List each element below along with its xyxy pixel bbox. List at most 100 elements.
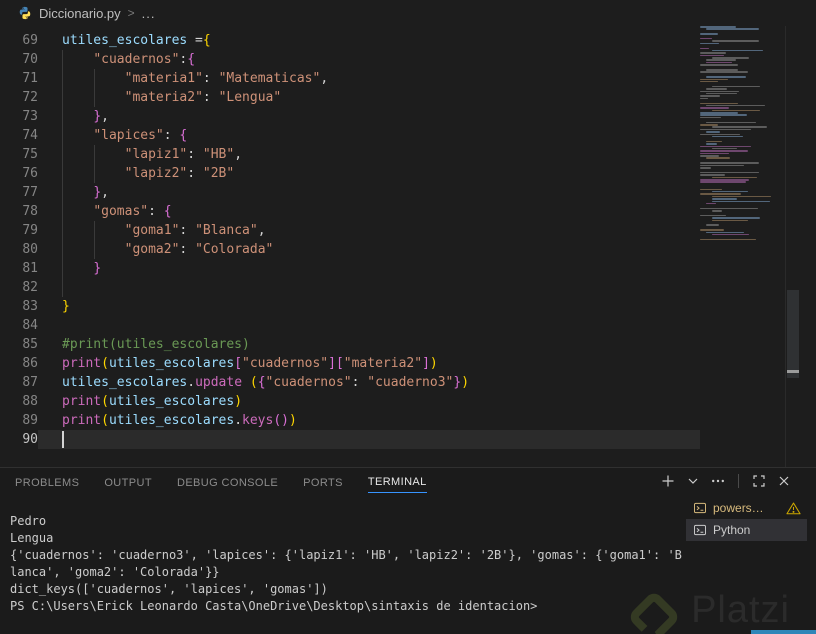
panel-actions	[660, 473, 792, 489]
gutter-line-number: 70	[22, 52, 38, 67]
bottom-panel: PROBLEMS OUTPUT DEBUG CONSOLE PORTS TERMINAL…	[0, 467, 816, 634]
code-line[interactable]: 75 "lapiz1": "HB",	[0, 145, 698, 164]
gutter-line-number: 84	[22, 318, 38, 333]
code-text: "goma1": "Blanca",	[124, 223, 266, 238]
code-line[interactable]: 84	[0, 316, 698, 335]
gutter-line-number: 78	[22, 204, 38, 219]
code-line[interactable]: 89 print(utiles_escolares.keys())	[0, 411, 698, 430]
tab-terminal[interactable]: TERMINAL	[367, 471, 427, 493]
launch-profile-dropdown[interactable]	[685, 473, 701, 489]
new-terminal-button[interactable]	[660, 473, 676, 489]
gutter-line-number: 75	[22, 147, 38, 162]
terminal-icon	[693, 501, 707, 515]
code-line[interactable]: 72 "materia2": "Lengua"	[0, 88, 698, 107]
gutter-line-number: 85	[22, 337, 38, 352]
code-area[interactable]: 69 utiles_escolares ={70 "cuadernos":{71 …	[0, 31, 700, 449]
terminal-line: dict_keys(['cuadernos', 'lapices', 'goma…	[10, 582, 328, 596]
code-text: print(utiles_escolares)	[62, 394, 243, 409]
gutter-line-number: 81	[22, 261, 38, 276]
terminal-icon	[693, 523, 707, 537]
code-text: "materia2": "Lengua"	[124, 90, 282, 105]
gutter-line-number: 71	[22, 71, 38, 86]
gutter-line-number: 82	[22, 280, 38, 295]
terminal-line: {'cuadernos': 'cuaderno3', 'lapices': {'…	[10, 548, 682, 562]
more-actions-button[interactable]	[710, 473, 726, 489]
code-text: "gomas": {	[93, 204, 172, 219]
code-line[interactable]: 87 utiles_escolares.update ({"cuadernos":…	[0, 373, 698, 392]
tab-debug-console[interactable]: DEBUG CONSOLE	[177, 472, 278, 493]
breadcrumb[interactable]: Diccionario.py > ...	[0, 0, 816, 26]
terminal-line: Lengua	[10, 531, 54, 545]
divider	[738, 474, 739, 488]
terminal-session-label: powers…	[713, 501, 764, 515]
text-cursor	[62, 431, 64, 448]
code-text: print(utiles_escolares["cuadernos"]["mat…	[62, 356, 438, 371]
code-line[interactable]: 83}	[0, 297, 698, 316]
code-text: }	[62, 299, 70, 314]
code-text: }	[93, 261, 102, 276]
gutter-line-number: 89	[22, 413, 38, 428]
code-line[interactable]: 81 }	[0, 259, 698, 278]
breadcrumb-file-name[interactable]: Diccionario.py	[39, 6, 121, 21]
gutter-line-number: 79	[22, 223, 38, 238]
gutter-line-number: 77	[22, 185, 38, 200]
gutter-line-number: 76	[22, 166, 38, 181]
code-text: "materia1": "Matematicas",	[124, 71, 329, 86]
code-line[interactable]: 77 },	[0, 183, 698, 202]
terminal-session-list: powers… Python	[686, 497, 807, 541]
code-text: },	[93, 185, 109, 200]
code-line[interactable]: 80 "goma2": "Colorada"	[0, 240, 698, 259]
gutter-line-number: 86	[22, 356, 38, 371]
maximize-panel-button[interactable]	[751, 473, 767, 489]
editor-scrollbar[interactable]	[785, 26, 800, 467]
tab-ports[interactable]: PORTS	[303, 472, 343, 493]
code-line[interactable]: 76 "lapiz2": "2B"	[0, 164, 698, 183]
code-text: "cuadernos":{	[93, 52, 196, 67]
code-line[interactable]: 69 utiles_escolares ={	[0, 31, 698, 50]
code-text: "lapices": {	[93, 128, 188, 143]
code-line[interactable]: 79 "goma1": "Blanca",	[0, 221, 698, 240]
breadcrumb-symbol-path[interactable]: ...	[142, 6, 156, 21]
code-line[interactable]: 88 print(utiles_escolares)	[0, 392, 698, 411]
gutter-line-number: 73	[22, 109, 38, 124]
code-line[interactable]: 82	[0, 278, 698, 297]
terminal-line: PS C:\Users\Erick Leonardo Casta\OneDriv…	[10, 599, 538, 613]
code-editor[interactable]: 69 utiles_escolares ={70 "cuadernos":{71 …	[0, 26, 816, 467]
terminal-output[interactable]: Pedro Lengua {'cuadernos': 'cuaderno3', 'l…	[10, 513, 686, 615]
code-text: },	[93, 109, 109, 124]
code-line[interactable]: 86 print(utiles_escolares["cuadernos"]["m…	[0, 354, 698, 373]
tab-problems[interactable]: PROBLEMS	[15, 472, 79, 493]
terminal-session-powershell[interactable]: powers…	[686, 497, 807, 519]
code-text: "lapiz2": "2B"	[124, 166, 235, 181]
watermark-progress-bar	[751, 630, 816, 634]
python-file-icon	[18, 6, 32, 20]
gutter-line-number: 74	[22, 128, 38, 143]
code-line[interactable]: 70 "cuadernos":{	[0, 50, 698, 69]
minimap[interactable]	[698, 26, 785, 467]
code-text: utiles_escolares.update ({"cuadernos": "…	[62, 375, 470, 390]
terminal-session-python[interactable]: Python	[686, 519, 807, 541]
tab-output[interactable]: OUTPUT	[104, 472, 152, 493]
overview-cursor-marker	[787, 370, 799, 373]
gutter-line-number: 80	[22, 242, 38, 257]
code-line[interactable]: 90	[0, 430, 700, 449]
code-line[interactable]: 85 #print(utiles_escolares)	[0, 335, 698, 354]
terminal-line: lanca', 'goma2': 'Colorada'}}	[10, 565, 220, 579]
code-line[interactable]: 71 "materia1": "Matematicas",	[0, 69, 698, 88]
gutter-line-number: 83	[22, 299, 38, 314]
gutter-line-number: 72	[22, 90, 38, 105]
code-line[interactable]: 74 "lapices": {	[0, 126, 698, 145]
scrollbar-thumb[interactable]	[787, 290, 799, 378]
code-text: print(utiles_escolares.keys())	[62, 413, 297, 428]
terminal-session-label: Python	[713, 523, 751, 537]
code-line[interactable]: 73 },	[0, 107, 698, 126]
breadcrumb-chevron-icon: >	[127, 6, 135, 20]
close-panel-button[interactable]	[776, 473, 792, 489]
code-line[interactable]: 78 "gomas": {	[0, 202, 698, 221]
warning-icon	[786, 501, 801, 516]
code-text: utiles_escolares ={	[62, 33, 211, 48]
gutter-line-number: 90	[22, 432, 38, 447]
gutter-line-number: 69	[22, 33, 38, 48]
code-text: "goma2": "Colorada"	[124, 242, 274, 257]
gutter-line-number: 87	[22, 375, 38, 390]
